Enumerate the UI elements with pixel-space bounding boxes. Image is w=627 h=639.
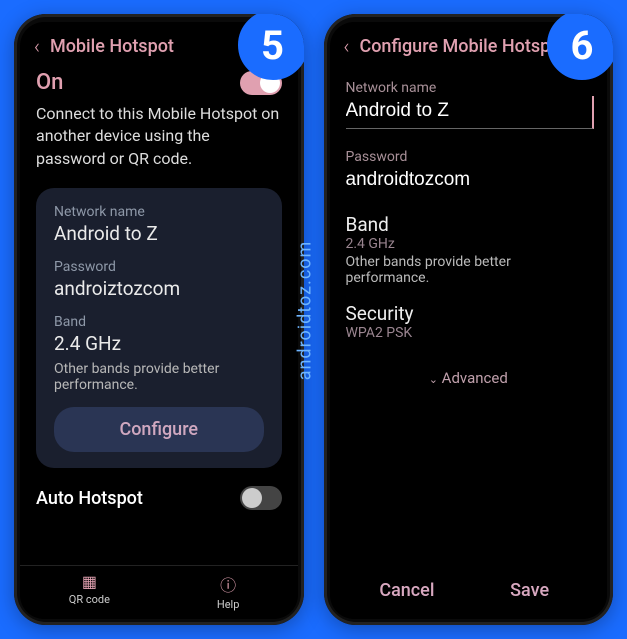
password-value: androiztozcom [54, 277, 264, 300]
configure-button[interactable]: Configure [54, 407, 264, 452]
advanced-toggle[interactable]: ⌄ Advanced [346, 369, 592, 387]
nav-qr-code[interactable]: ▦ QR code [20, 572, 159, 611]
help-icon: ⓘ [159, 572, 298, 596]
hotspot-info-panel: Network name Android to Z Password andro… [36, 188, 282, 468]
watermark-text: androidtoz.com [295, 241, 316, 381]
save-button[interactable]: Save [468, 580, 591, 601]
phone-right: 6 ‹ Configure Mobile Hotspot Network nam… [324, 14, 614, 625]
back-icon[interactable]: ‹ [34, 34, 40, 58]
band-title[interactable]: Band [346, 213, 592, 236]
chevron-down-icon: ⌄ [429, 373, 438, 386]
password-label: Password [54, 259, 264, 275]
hotspot-on-label: On [36, 70, 63, 95]
back-icon[interactable]: ‹ [344, 34, 350, 58]
network-name-label: Network name [346, 80, 592, 96]
cancel-button[interactable]: Cancel [346, 580, 469, 601]
password-input[interactable] [346, 165, 592, 197]
network-name-value: Android to Z [54, 222, 264, 245]
security-title[interactable]: Security [346, 302, 592, 325]
network-name-label: Network name [54, 204, 264, 220]
band-value: 2.4 GHz [346, 236, 592, 252]
nav-help[interactable]: ⓘ Help [159, 572, 298, 611]
network-name-input[interactable] [346, 96, 595, 129]
qr-code-icon: ▦ [20, 572, 159, 591]
auto-hotspot-toggle[interactable] [240, 486, 282, 510]
page-title: Configure Mobile Hotspot [359, 36, 566, 57]
band-subtext: Other bands provide better performance. [54, 361, 264, 393]
password-label: Password [346, 149, 592, 165]
step-badge-6: 6 [547, 14, 613, 80]
phone-left: 5 ‹ Mobile Hotspot On Connect to this Mo… [14, 14, 304, 625]
auto-hotspot-label: Auto Hotspot [36, 488, 143, 509]
hotspot-description: Connect to this Mobile Hotspot on anothe… [36, 103, 282, 170]
band-subtext: Other bands provide better performance. [346, 254, 592, 286]
page-title: Mobile Hotspot [50, 36, 174, 57]
band-value: 2.4 GHz [54, 332, 264, 355]
band-label: Band [54, 314, 264, 330]
security-value: WPA2 PSK [346, 325, 592, 341]
bottom-nav: ▦ QR code ⓘ Help [20, 565, 298, 619]
